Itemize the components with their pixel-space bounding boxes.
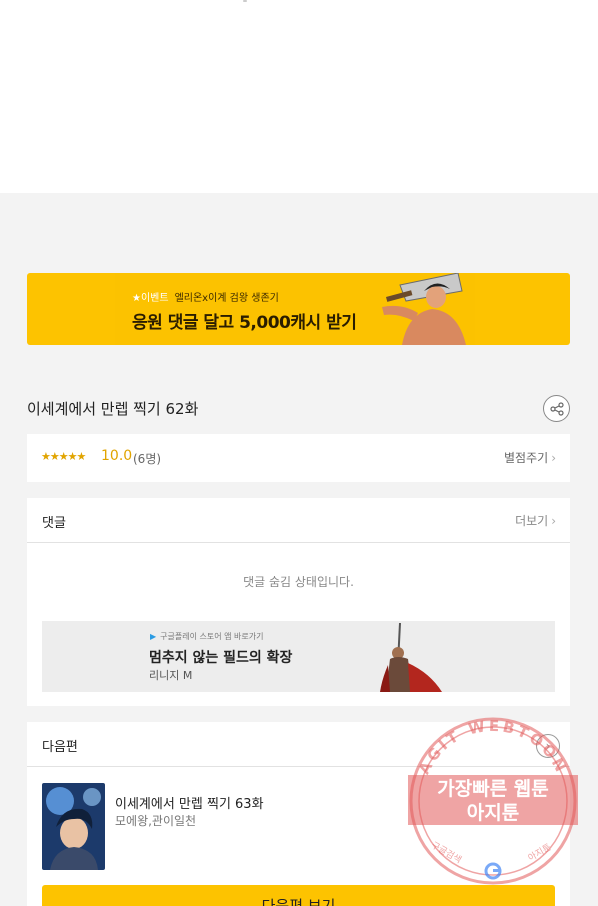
rating-score: 10.0 [101,448,133,464]
more-label: 더보기 [515,514,549,528]
content-area-top [0,0,598,193]
next-episode-authors: 모에왕,관이일천 [115,814,197,828]
share-button[interactable] [543,395,570,422]
episode-title: 이세계에서 만렙 찍기 62화 [27,400,199,418]
rate-button[interactable]: 별점주기 › [504,449,556,466]
rating-card: ★★★★★ 10.0 (6명) 별점주기 › [27,434,570,482]
event-banner[interactable]: ★이벤트 엘리온x이계 검왕 생존기 응원 댓글 달고 5,000캐시 받기 [27,273,570,345]
next-episode-button[interactable]: 다음편 보기 [42,885,555,906]
ad-banner[interactable]: ▶ 구글플레이 스토어 앱 바로가기 멈추지 않는 필드의 확장 리니지 M [42,621,555,692]
circle-icon[interactable]: › [536,734,560,758]
comments-header: 댓글 더보기 › [27,498,570,543]
comments-more-button[interactable]: 더보기 › [515,512,556,529]
next-episode-header: 다음편 › [27,722,570,767]
banner-tag: ★이벤트 [132,293,169,304]
thumbnail-image [42,783,105,870]
ad-title: 멈추지 않는 필드의 확장 [149,650,293,666]
comments-card: 댓글 더보기 › 댓글 숨김 상태입니다. ▶ 구글플레이 스토어 앱 바로가기 멈… [27,498,570,706]
ad-subtitle: 리니지 M [149,669,193,682]
star-rating-icon: ★★★★★ [41,450,86,463]
comments-hidden-message: 댓글 숨김 상태입니다. [243,575,354,589]
banner-headline: 응원 댓글 달고 5,000캐시 받기 [132,313,357,333]
chevron-right-icon: › [551,514,556,528]
next-episode-thumbnail[interactable] [42,783,105,870]
ad-store-text: 구글플레이 스토어 앱 바로가기 [160,632,264,641]
next-episode-card: 다음편 › 이세계에서 만렙 찍기 63화 모에왕,관이일천 다음편 보기 [27,722,570,906]
ad-knight-illustration [380,623,442,692]
comments-title: 댓글 [42,516,66,531]
page-indicator-dot [243,0,247,2]
ad-store-line: ▶ 구글플레이 스토어 앱 바로가기 [150,631,263,642]
next-episode-title[interactable]: 이세계에서 만렙 찍기 63화 [115,793,264,812]
banner-subtitle-text: 엘리온x이계 검왕 생존기 [174,293,279,304]
google-play-icon: ▶ [150,632,157,641]
rate-label: 별점주기 [504,451,549,465]
next-episode-title-label: 다음편 [42,740,78,755]
banner-subtitle: ★이벤트 엘리온x이계 검왕 생존기 [132,289,279,304]
chevron-right-icon: › [551,451,556,465]
banner-warrior-illustration [382,273,466,345]
rating-count: (6명) [133,452,162,466]
share-icon [549,401,564,416]
